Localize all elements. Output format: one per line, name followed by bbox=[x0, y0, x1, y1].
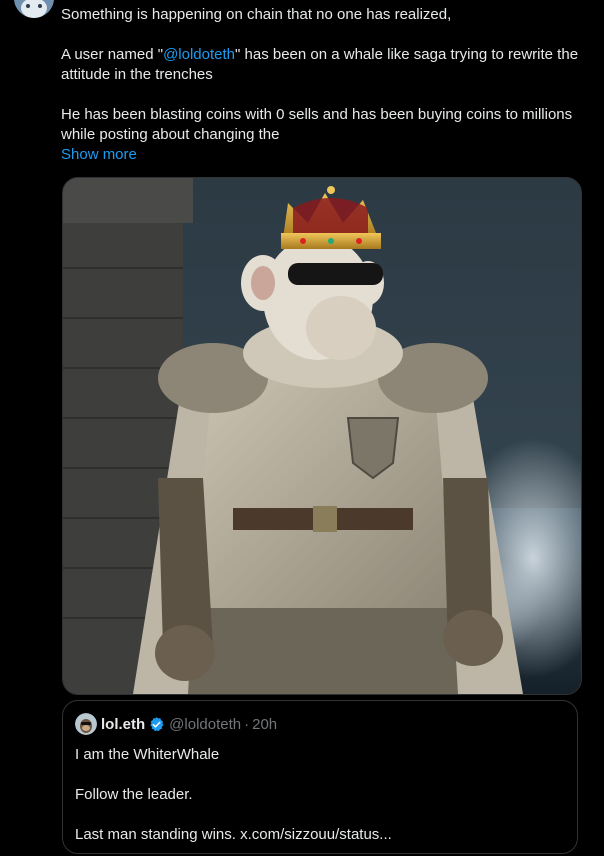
tweet-header-fragment bbox=[62, 0, 282, 2]
tweet-paragraph: Something is happening on chain that no … bbox=[61, 6, 452, 23]
quoted-author-name[interactable]: lol.eth bbox=[101, 716, 145, 733]
author-avatar[interactable] bbox=[14, 0, 54, 18]
verified-badge-icon bbox=[150, 716, 164, 731]
show-more-link[interactable]: Show more bbox=[61, 145, 137, 165]
tweet-text: Something is happening on chain that no … bbox=[61, 5, 581, 165]
separator-dot: · bbox=[244, 715, 250, 733]
quoted-tweet-header: lol.eth @loldoteth · 20h bbox=[75, 713, 565, 735]
ape-avatar-icon bbox=[75, 713, 97, 735]
quoted-timestamp[interactable]: 20h bbox=[252, 716, 277, 733]
quoted-tweet-text: I am the WhiterWhale Follow the leader. … bbox=[75, 745, 565, 845]
avatar-image bbox=[14, 0, 54, 18]
ape-king-image bbox=[63, 178, 581, 694]
quoted-tweet[interactable]: lol.eth @loldoteth · 20h I am the Whiter… bbox=[62, 700, 578, 854]
tweet-image[interactable] bbox=[62, 177, 582, 695]
quoted-line: Follow the leader. bbox=[75, 786, 193, 803]
tweet[interactable]: Something is happening on chain that no … bbox=[0, 0, 604, 856]
quoted-line: Last man standing wins. x.com/sizzouu/st… bbox=[75, 826, 392, 843]
tweet-paragraph: A user named "@loldoteth" has been on a … bbox=[61, 45, 581, 85]
text-segment: A user named " bbox=[61, 46, 164, 63]
quoted-author-avatar[interactable] bbox=[75, 713, 97, 735]
quoted-author-handle[interactable]: @loldoteth bbox=[169, 716, 241, 733]
tweet-paragraph: He has been blasting coins with 0 sells … bbox=[61, 106, 573, 143]
quoted-line: I am the WhiterWhale bbox=[75, 746, 220, 763]
mention-link[interactable]: @loldoteth bbox=[163, 46, 235, 63]
